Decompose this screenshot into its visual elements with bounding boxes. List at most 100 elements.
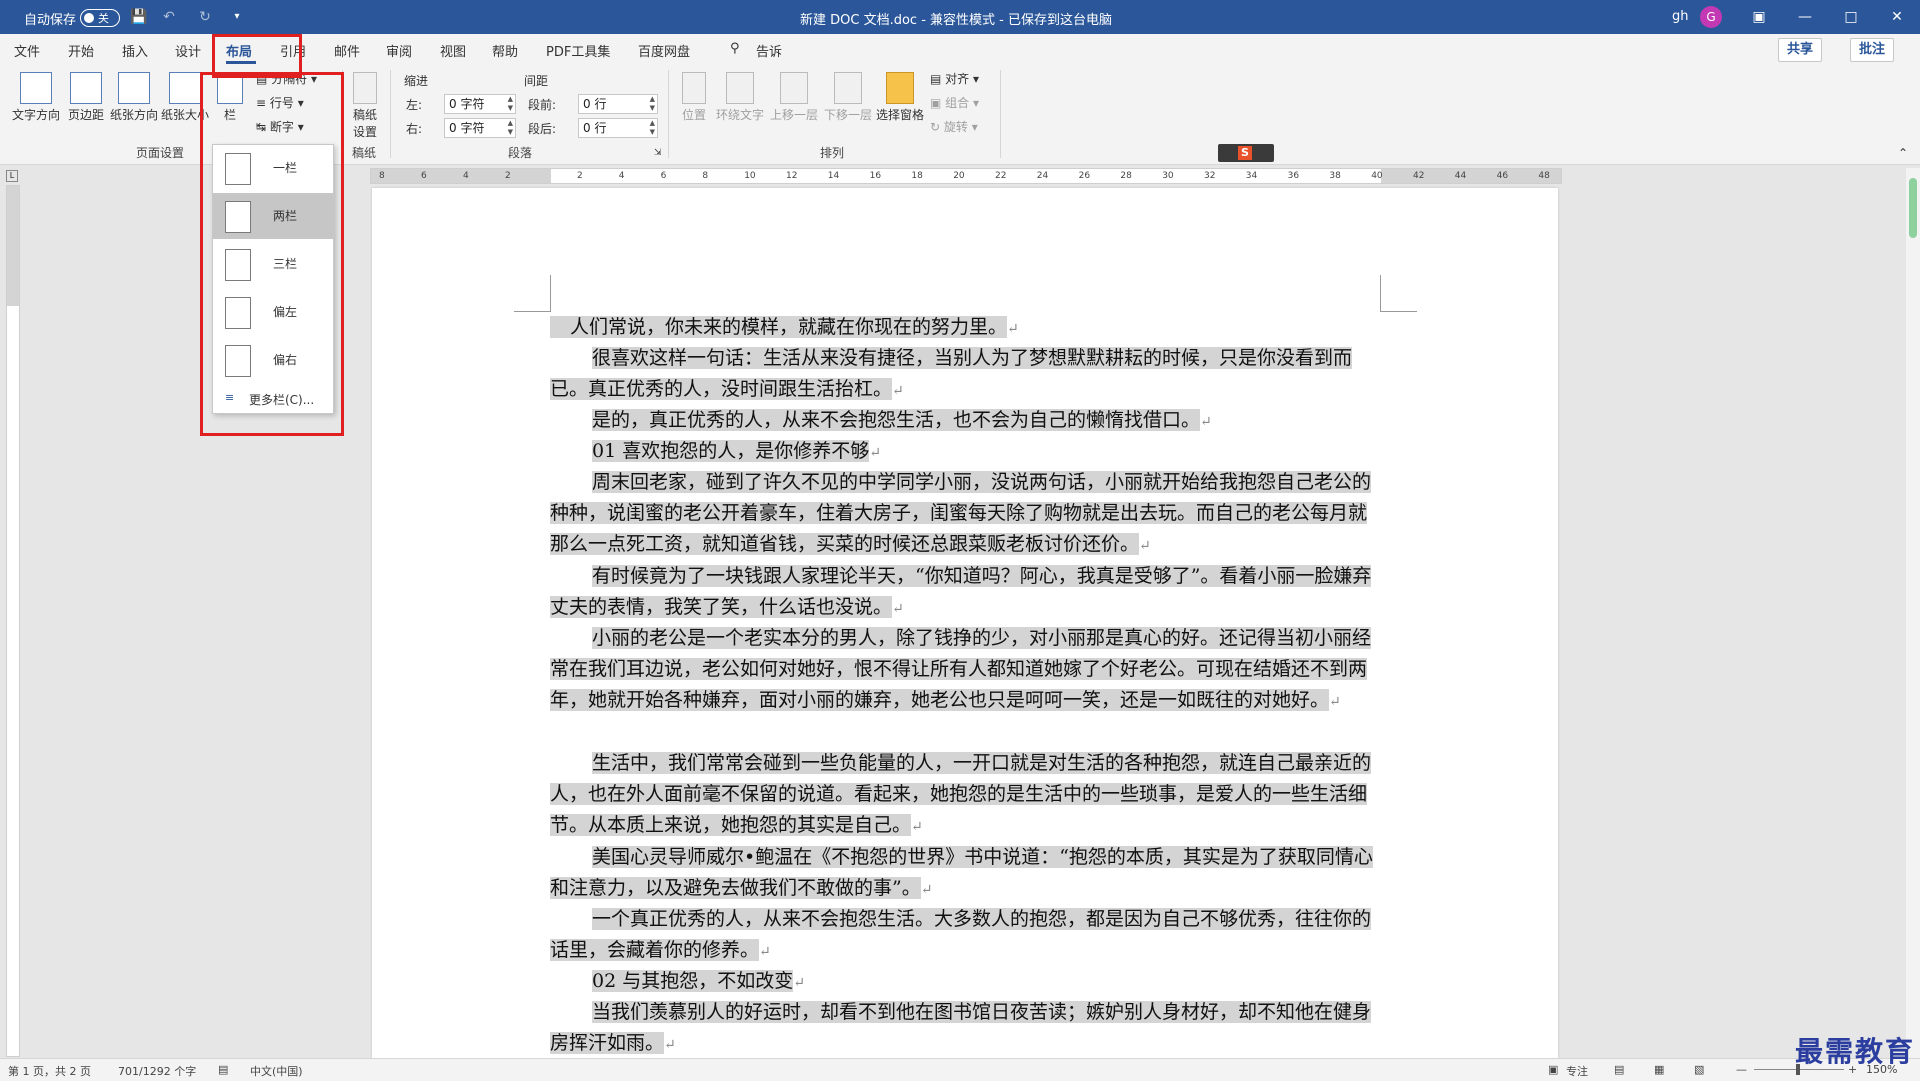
tab-home[interactable]: 开始	[68, 41, 94, 60]
paragraph-text: 很喜欢这样一句话：生活从来没有捷径，当别人为了梦想默默耕耘的时候，只是你没看到而…	[550, 347, 1353, 401]
ruler-tick-label: 2	[505, 171, 511, 181]
web-layout-icon[interactable]: ▧	[1694, 1063, 1704, 1076]
zoom-out-icon[interactable]: —	[1736, 1063, 1747, 1076]
paragraph[interactable]: 是的，真正优秀的人，从来不会抱怨生活，也不会为自己的懒惰找借口。↵	[550, 405, 1380, 438]
tab-file[interactable]: 文件	[14, 41, 40, 60]
paragraph[interactable]: 周末回老家，碰到了许久不见的中学同学小丽，没说两句话，小丽就开始给我抱怨自己老公…	[550, 467, 1380, 563]
paragraph[interactable]: 美国心灵导师威尔•鲍温在《不抱怨的世界》书中说道：“抱怨的本质，其实是为了获取同…	[550, 842, 1380, 906]
position-button[interactable]: 位置	[676, 72, 712, 123]
word-count[interactable]: 701/1292 个字	[118, 1063, 196, 1079]
close-button[interactable]: ✕	[1874, 0, 1920, 34]
tab-review[interactable]: 审阅	[386, 41, 412, 60]
selection-pane-button[interactable]: 选择窗格	[874, 72, 926, 123]
print-layout-icon[interactable]: ▦	[1654, 1063, 1664, 1076]
ruler-tick-label: 12	[786, 171, 798, 181]
read-mode-icon[interactable]: ▤	[1614, 1063, 1624, 1076]
tab-insert[interactable]: 插入	[122, 41, 148, 60]
indent-left-input[interactable]: 0 字符 ▲ ▼	[444, 94, 516, 114]
ruler-tick-label: 26	[1078, 171, 1091, 181]
paragraph[interactable]: 有时候竟为了一块钱跟人家理论半天，“你知道吗？阿心，我真是受够了”。看着小丽一脸…	[550, 561, 1380, 625]
page-count[interactable]: 第 1 页，共 2 页	[8, 1063, 91, 1079]
vertical-scrollbar[interactable]	[1906, 168, 1920, 1058]
send-backward-button[interactable]: 下移一层	[822, 72, 874, 123]
focus-mode[interactable]: 专注	[1566, 1063, 1588, 1079]
title-bar: 自动保存 关 💾 ↶ ↻ ▾ 新建 DOC 文档.doc - 兼容性模式 - 已…	[0, 0, 1920, 34]
bring-forward-label: 上移一层	[769, 108, 818, 122]
undo-icon[interactable]: ↶	[160, 8, 178, 26]
paragraph-mark: ↵	[869, 445, 881, 461]
paragraph-mark: ↵	[1007, 321, 1019, 337]
status-bar: 第 1 页，共 2 页 701/1292 个字 ▤ 中文(中国) ▣ 专注 ▤ …	[0, 1058, 1920, 1081]
ruler-tick-label: 38	[1329, 171, 1341, 181]
draft-icon	[353, 72, 377, 104]
ruler-tick-label: 16	[869, 171, 882, 181]
proofing-icon[interactable]: ▤	[218, 1063, 228, 1076]
spacing-after-input[interactable]: 0 行 ▲ ▼	[578, 118, 658, 138]
margins-button[interactable]: 页边距	[64, 72, 108, 123]
spacing-before-label: 段前:	[528, 98, 557, 112]
ruler-tick-label: 10	[744, 171, 756, 181]
collapse-ribbon-icon[interactable]: ⌃	[1898, 146, 1908, 160]
tab-view[interactable]: 视图	[440, 41, 466, 60]
focus-icon[interactable]: ▣	[1548, 1063, 1558, 1076]
search-icon[interactable]: ⚲	[730, 41, 740, 56]
customize-toolbar-icon[interactable]: ▾	[228, 8, 246, 26]
rotate-button[interactable]: ↻ 旋转 ▾	[930, 118, 978, 135]
tab-help[interactable]: 帮助	[492, 41, 518, 60]
redo-icon[interactable]: ↻	[196, 8, 214, 26]
wrap-text-button[interactable]: 环绕文字	[714, 72, 766, 123]
draft-settings-label: 稿纸设置	[352, 108, 377, 139]
ruler-tick-label: 2	[577, 171, 583, 181]
ime-toolbar[interactable]: S	[1218, 144, 1274, 162]
section-heading[interactable]: 02 与其抱怨，不如改变↵	[550, 966, 1380, 999]
paragraph-mark: ↵	[920, 882, 933, 899]
paragraph[interactable]: 小丽的老公是一个老实本分的男人，除了钱挣的少，对小丽那是真心的好。还记得当初小丽…	[550, 623, 1380, 719]
ruler-tick-label: 6	[660, 171, 667, 181]
search-box[interactable]: 告诉	[756, 41, 782, 60]
section-heading[interactable]: 01 喜欢抱怨的人，是你修养不够↵	[550, 436, 1380, 469]
text-direction-button[interactable]: 文字方向	[10, 72, 62, 123]
paragraph-mark: ↵	[1200, 414, 1212, 430]
draft-settings-button[interactable]: 稿纸设置	[348, 72, 382, 140]
text-direction-label: 文字方向	[11, 108, 60, 122]
orientation-icon	[118, 72, 150, 104]
autosave-state: 关	[98, 12, 109, 25]
heading-text: 01 喜欢抱怨的人，是你修养不够	[592, 440, 870, 462]
maximize-button[interactable]: □	[1828, 0, 1874, 34]
paragraph[interactable]: 生活中，我们常常会碰到一些负能量的人，一开口就是对生活的各种抱怨，就连自己最亲近…	[550, 748, 1380, 844]
paragraph[interactable]: 一个真正优秀的人，从来不会抱怨生活。大多数人的抱怨，都是因为自己不够优秀，往往你…	[550, 904, 1380, 968]
tab-selector-icon[interactable]: L	[6, 170, 18, 182]
minimize-button[interactable]: —	[1782, 0, 1828, 34]
indent-right-input[interactable]: 0 字符 ▲ ▼	[444, 118, 516, 138]
group-divider	[390, 70, 391, 158]
tab-mailings[interactable]: 邮件	[334, 41, 360, 60]
paragraph[interactable]: 当我们羡慕别人的好运时，却看不到他在图书馆日夜苦读；嫉妒别人身材好，却不知他在健…	[550, 997, 1380, 1061]
size-icon	[169, 72, 201, 104]
paragraph-launcher-icon[interactable]: ⇲	[654, 148, 662, 158]
bring-forward-button[interactable]: 上移一层	[768, 72, 820, 123]
share-button[interactable]: 共享	[1778, 38, 1823, 62]
orientation-label: 纸张方向	[109, 108, 158, 122]
comment-button[interactable]: 批注	[1850, 38, 1895, 62]
align-button[interactable]: ▤ 对齐 ▾	[930, 70, 979, 87]
ribbon-display-icon[interactable]: ▣	[1736, 0, 1782, 34]
user-name[interactable]: gh	[1672, 9, 1689, 24]
paragraph[interactable]: 很喜欢这样一句话：生活从来没有捷径，当别人为了梦想默默耕耘的时候，只是你没看到而…	[550, 343, 1380, 407]
orientation-button[interactable]: 纸张方向	[108, 72, 160, 123]
rotate-label: 旋转	[943, 120, 968, 134]
horizontal-ruler[interactable]: 8 6 4 2 2 4 6 8 10 12 14 16 18 20 22 24 26 28 30 32 34 36 38 40…	[370, 168, 1562, 184]
paragraph-mark: ↵	[793, 975, 805, 991]
language[interactable]: 中文(中国)	[250, 1063, 303, 1079]
save-icon[interactable]: 💾	[130, 8, 148, 26]
avatar[interactable]: G	[1700, 6, 1722, 28]
paragraph[interactable]: 人们常说，你未来的模样，就藏在你现在的努力里。↵	[550, 312, 1380, 345]
tab-baidu-netdisk[interactable]: 百度网盘	[638, 41, 690, 60]
autosave-toggle[interactable]: 关	[80, 9, 120, 27]
spacing-before-input[interactable]: 0 行 ▲ ▼	[578, 94, 658, 114]
tab-design[interactable]: 设计	[175, 41, 201, 60]
tab-pdf-tools[interactable]: PDF工具集	[546, 41, 610, 60]
vertical-ruler[interactable]	[6, 185, 20, 1057]
ruler-tick-label: 24	[1036, 171, 1049, 181]
group-button[interactable]: ▣ 组合 ▾	[930, 94, 979, 111]
scrollbar-thumb[interactable]	[1909, 178, 1917, 238]
